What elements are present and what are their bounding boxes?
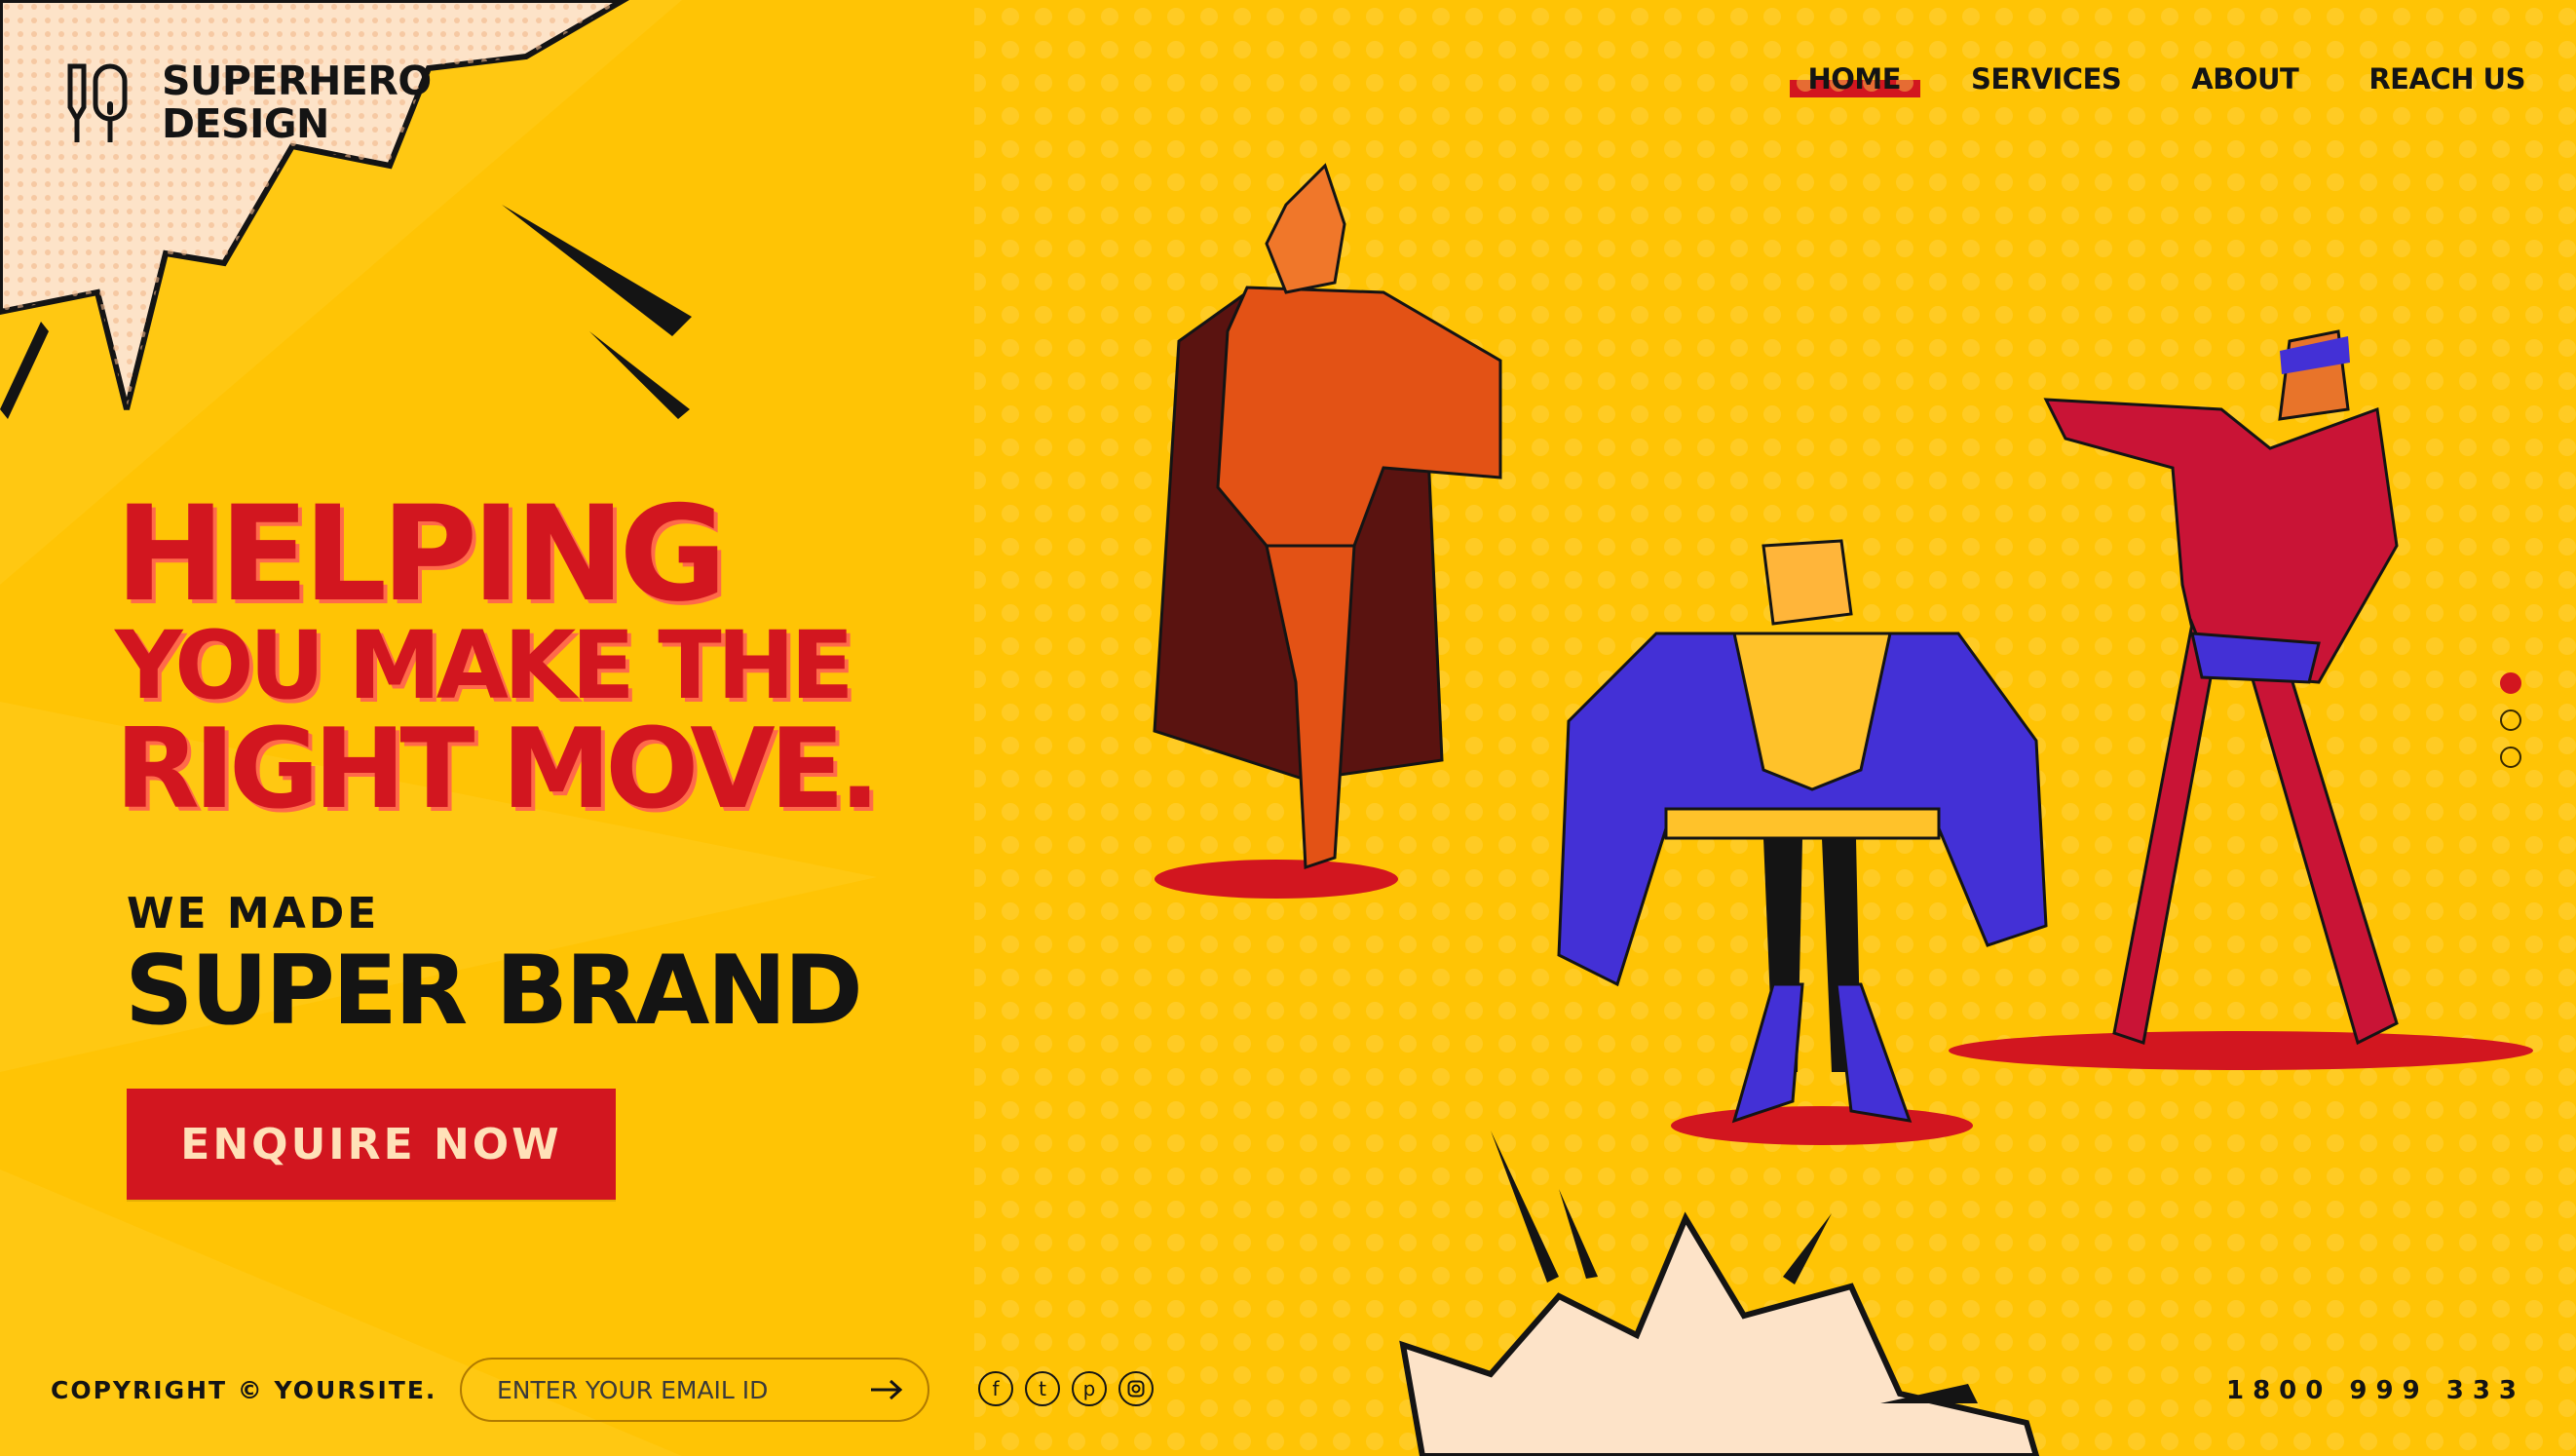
nav-reach-us[interactable]: REACH US bbox=[2368, 62, 2525, 96]
slider-pagination bbox=[2500, 672, 2521, 768]
slider-dot-1[interactable] bbox=[2500, 672, 2521, 694]
nav-about[interactable]: ABOUT bbox=[2191, 62, 2299, 96]
headline-line-1: HELPING bbox=[115, 478, 727, 631]
nav-home[interactable]: HOME bbox=[1790, 62, 1920, 97]
instagram-icon[interactable] bbox=[1118, 1371, 1154, 1406]
social-links: f t p bbox=[978, 1371, 1154, 1406]
brand-line-2: DESIGN bbox=[162, 100, 329, 147]
arrow-right-icon[interactable] bbox=[869, 1378, 904, 1401]
pen-mouse-icon bbox=[67, 63, 128, 142]
phone-number: 1800 999 333 bbox=[2225, 1376, 2525, 1405]
slider-dot-3[interactable] bbox=[2500, 747, 2521, 768]
subheading-large: SUPER BRAND bbox=[125, 936, 863, 1047]
subheading-small: WE MADE bbox=[127, 889, 380, 939]
enquire-now-button[interactable]: ENQUIRE NOW bbox=[127, 1089, 616, 1200]
headline-line-3: RIGHT MOVE. bbox=[115, 705, 881, 833]
facebook-icon[interactable]: f bbox=[978, 1371, 1013, 1406]
copyright-text: COPYRIGHT © YOURSITE. bbox=[51, 1376, 437, 1404]
email-input[interactable] bbox=[495, 1374, 869, 1405]
hero-headline: HELPING YOU MAKE THE RIGHT MOVE. bbox=[115, 478, 881, 833]
nav-services[interactable]: SERVICES bbox=[1971, 62, 2122, 96]
twitter-icon[interactable]: t bbox=[1025, 1371, 1060, 1406]
brand-line-1: SUPERHERO bbox=[162, 57, 432, 104]
newsletter-form bbox=[460, 1358, 929, 1422]
slider-dot-2[interactable] bbox=[2500, 709, 2521, 731]
headline-line-2: YOU MAKE THE bbox=[115, 611, 854, 720]
main-nav: HOME SERVICES ABOUT REACH US bbox=[1790, 62, 2525, 97]
brand-logo[interactable]: SUPERHERO DESIGN bbox=[57, 58, 432, 146]
pinterest-icon[interactable]: p bbox=[1072, 1371, 1107, 1406]
